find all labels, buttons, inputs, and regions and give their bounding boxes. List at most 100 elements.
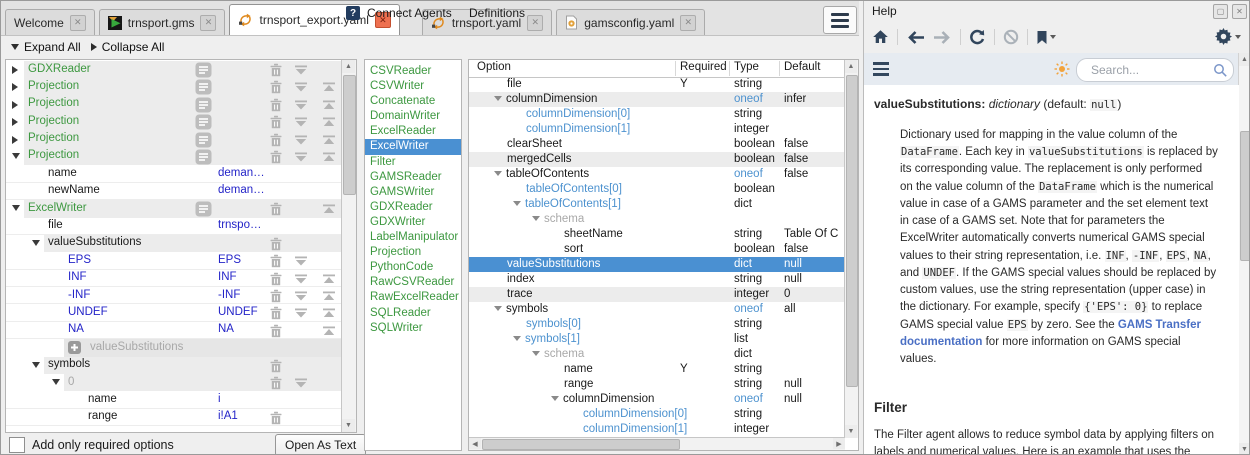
- collapse-arrow-icon[interactable]: [32, 362, 40, 368]
- option-label[interactable]: tableOfContents[1]: [525, 198, 621, 210]
- agent-item-gamswriter[interactable]: GAMSWriter: [365, 185, 461, 200]
- move-top-icon[interactable]: [322, 100, 336, 113]
- option-row-clearsheet[interactable]: clearSheetbooleanfalse: [469, 137, 845, 152]
- option-label[interactable]: symbols[1]: [525, 333, 580, 345]
- tree-row-0[interactable]: 0: [6, 374, 342, 391]
- option-type[interactable]: oneof: [734, 393, 763, 405]
- option-row-columndimension[interactable]: columnDimensiononeofnull: [469, 392, 845, 407]
- required-options-checkbox[interactable]: [9, 437, 25, 453]
- tree-row-value[interactable]: NA: [218, 323, 268, 335]
- agent-item-csvreader[interactable]: CSVReader: [365, 64, 461, 79]
- option-row-tableofcontents-0-[interactable]: tableOfContents[0]boolean: [469, 182, 845, 197]
- option-row-schema[interactable]: schema: [469, 212, 845, 227]
- scroll-up-icon[interactable]: ▲: [342, 60, 355, 73]
- tree-row-value[interactable]: deman…: [218, 167, 268, 179]
- tree-row-value[interactable]: EPS: [218, 254, 268, 266]
- option-row-symbols[interactable]: symbolsoneofall: [469, 302, 845, 317]
- expand-arrow-icon[interactable]: [12, 66, 18, 74]
- tree-row-eps[interactable]: EPSEPS: [6, 252, 342, 269]
- move-top-icon[interactable]: [322, 204, 336, 217]
- option-row-sheetname[interactable]: sheetNamestringTable Of C: [469, 227, 845, 242]
- expand-arrow-icon[interactable]: [12, 118, 18, 126]
- agent-item-excelwriter[interactable]: ExcelWriter: [365, 139, 461, 154]
- collapse-arrow-icon[interactable]: [494, 96, 502, 101]
- expand-all-button[interactable]: Expand All: [11, 40, 81, 54]
- agent-item-domainwriter[interactable]: DomainWriter: [365, 109, 461, 124]
- collapse-arrow-icon[interactable]: [12, 153, 20, 159]
- option-label[interactable]: columnDimension[1]: [526, 123, 630, 135]
- tree-row-projection[interactable]: Projection: [6, 96, 342, 113]
- option-row-columndimension-1-[interactable]: columnDimension[1]integer: [469, 122, 845, 137]
- settings-gear-button[interactable]: [1215, 28, 1241, 45]
- option-row-range[interactable]: rangestringnull: [469, 377, 845, 392]
- option-row-symbols-0-[interactable]: symbols[0]string: [469, 317, 845, 332]
- tree-row-file[interactable]: filetrnspo…: [6, 218, 342, 235]
- move-top-icon[interactable]: [322, 326, 336, 339]
- agent-item-gamsreader[interactable]: GAMSReader: [365, 170, 461, 185]
- collapse-arrow-icon[interactable]: [532, 351, 540, 356]
- collapse-arrow-icon[interactable]: [494, 171, 502, 176]
- tab-trnsport-gms[interactable]: trnsport.gms✕: [99, 9, 226, 35]
- tree-row-value[interactable]: trnspo…: [218, 219, 268, 231]
- forward-icon[interactable]: [933, 30, 952, 45]
- option-row-mergedcells[interactable]: mergedCellsbooleanfalse: [469, 152, 845, 167]
- scroll-thumb[interactable]: [1240, 131, 1250, 261]
- search-input[interactable]: [1089, 62, 1211, 78]
- help-scrollbar[interactable]: ▲ ▼: [1238, 53, 1250, 455]
- tab-close-icon[interactable]: ✕: [200, 15, 216, 31]
- scroll-up-icon[interactable]: ▲: [845, 60, 857, 73]
- agent-item-rawcsvreader[interactable]: RawCSVReader: [365, 275, 461, 290]
- tab-close-icon[interactable]: ✕: [527, 15, 543, 31]
- trash-icon[interactable]: [270, 411, 282, 428]
- tree-row-excelwriter[interactable]: ExcelWriter: [6, 200, 342, 217]
- agent-item-filter[interactable]: Filter: [365, 155, 461, 170]
- home-icon[interactable]: [872, 29, 889, 45]
- hamburger-menu-button[interactable]: [823, 6, 857, 34]
- toc-hamburger-icon[interactable]: [873, 62, 889, 76]
- option-row-columndimension[interactable]: columnDimensiononeofinfer: [469, 92, 845, 107]
- tab-close-icon[interactable]: ✕: [680, 15, 696, 31]
- move-top-icon[interactable]: [322, 308, 336, 321]
- option-row-symbols-1-[interactable]: symbols[1]list: [469, 332, 845, 347]
- tree-row-valuesubstitutions[interactable]: valueSubstitutions: [6, 339, 342, 356]
- option-type[interactable]: oneof: [734, 93, 763, 105]
- option-row-sort[interactable]: sortbooleanfalse: [469, 242, 845, 257]
- move-down-icon[interactable]: [294, 308, 308, 321]
- tree-row-undef[interactable]: UNDEFUNDEF: [6, 304, 342, 321]
- move-top-icon[interactable]: [322, 135, 336, 148]
- definitions-label[interactable]: Definitions: [469, 6, 525, 20]
- collapse-arrow-icon[interactable]: [532, 216, 540, 221]
- move-down-icon[interactable]: [294, 152, 308, 165]
- move-top-icon[interactable]: [322, 274, 336, 287]
- option-type[interactable]: oneof: [734, 303, 763, 315]
- refresh-icon[interactable]: [969, 29, 986, 45]
- option-label[interactable]: symbols[0]: [526, 318, 581, 330]
- open-as-text-button[interactable]: Open As Text: [275, 434, 366, 455]
- collapse-arrow-icon[interactable]: [513, 201, 521, 206]
- option-label[interactable]: columnDimension[0]: [526, 108, 630, 120]
- move-down-icon[interactable]: [294, 274, 308, 287]
- agent-item-projection[interactable]: Projection: [365, 245, 461, 260]
- move-down-icon[interactable]: [294, 117, 308, 130]
- option-row-columndimension-0-[interactable]: columnDimension[0]string: [469, 107, 845, 122]
- tree-row-newname[interactable]: newNamedeman…: [6, 183, 342, 200]
- tree-row-gdxreader[interactable]: GDXReader: [6, 61, 342, 78]
- help-question-icon[interactable]: ?: [346, 6, 360, 20]
- agent-item-csvwriter[interactable]: CSVWriter: [365, 79, 461, 94]
- plus-icon[interactable]: [68, 341, 81, 357]
- connect-agents-label[interactable]: Connect Agents: [367, 6, 452, 20]
- stop-icon[interactable]: [1003, 29, 1019, 45]
- tree-row-projection[interactable]: Projection: [6, 113, 342, 130]
- close-icon[interactable]: ✕: [1232, 4, 1247, 19]
- tree-row-inf[interactable]: INFINF: [6, 270, 342, 287]
- move-down-icon[interactable]: [294, 100, 308, 113]
- tree-row-value[interactable]: i!A1: [218, 410, 268, 422]
- expand-arrow-icon[interactable]: [12, 101, 18, 109]
- tab-close-icon[interactable]: ✕: [70, 15, 86, 31]
- hscroll-thumb[interactable]: [482, 439, 680, 450]
- option-label[interactable]: tableOfContents[0]: [526, 183, 622, 195]
- move-top-icon[interactable]: [322, 117, 336, 130]
- move-top-icon[interactable]: [322, 291, 336, 304]
- option-row-file[interactable]: fileYstring: [469, 77, 845, 92]
- undock-icon[interactable]: ▢: [1213, 4, 1228, 19]
